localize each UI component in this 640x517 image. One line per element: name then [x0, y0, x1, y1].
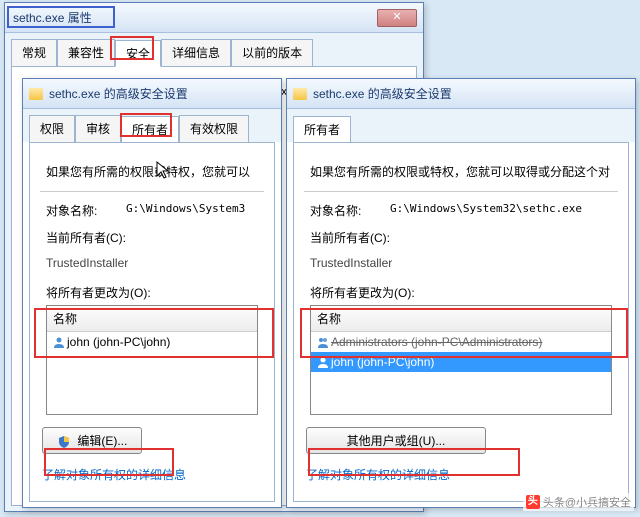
- owner-list[interactable]: 名称 Administrators (john-PC\Administrator…: [310, 305, 612, 415]
- list-header: 名称: [47, 306, 257, 332]
- window-title: sethc.exe 的高级安全设置: [47, 85, 275, 102]
- current-owner-label: 当前所有者(C):: [310, 229, 612, 246]
- list-item[interactable]: john (john-PC\john): [47, 332, 257, 352]
- toutiao-icon: 头: [526, 495, 540, 509]
- object-value: G:\Windows\System32\sethc.exe: [390, 202, 582, 219]
- other-users-button[interactable]: 其他用户或组(U)...: [306, 427, 486, 454]
- list-item[interactable]: john (john-PC\john): [311, 352, 611, 372]
- shield-icon: [57, 435, 71, 449]
- group-icon: [317, 336, 329, 348]
- watermark-text: 头条@小兵搞安全: [543, 494, 631, 510]
- owner-desc: 如果您有所需的权限或特权，您就可以取得或分配这个对: [310, 163, 612, 181]
- tab-security[interactable]: 安全: [115, 40, 161, 67]
- folder-icon: [293, 88, 307, 100]
- list-item-label: john (john-PC\john): [67, 335, 170, 349]
- advanced-security-window-right: sethc.exe 的高级安全设置 所有者 如果您有所需的权限或特权，您就可以取…: [286, 78, 636, 508]
- other-users-button-label: 其他用户或组(U)...: [347, 434, 446, 448]
- tab-details[interactable]: 详细信息: [161, 39, 231, 66]
- edit-button-label: 编辑(E)...: [77, 434, 127, 448]
- change-to-label: 将所有者更改为(O):: [46, 284, 258, 301]
- titlebar[interactable]: sethc.exe 属性 ✕: [5, 3, 423, 33]
- object-label: 对象名称:: [310, 202, 390, 219]
- window-title: sethc.exe 的高级安全设置: [311, 85, 629, 102]
- props-tabstrip: 常规 兼容性 安全 详细信息 以前的版本: [5, 33, 423, 66]
- list-header: 名称: [311, 306, 611, 332]
- folder-icon: [29, 88, 43, 100]
- list-item-label: Administrators (john-PC\Administrators): [331, 335, 542, 349]
- tab-owner[interactable]: 所有者: [121, 116, 179, 143]
- object-value: G:\Windows\System3: [126, 202, 245, 219]
- list-item[interactable]: Administrators (john-PC\Administrators): [311, 332, 611, 352]
- tab-effective[interactable]: 有效权限: [179, 115, 249, 142]
- titlebar[interactable]: sethc.exe 的高级安全设置: [23, 79, 281, 109]
- window-title: sethc.exe 属性: [11, 9, 377, 26]
- titlebar[interactable]: sethc.exe 的高级安全设置: [287, 79, 635, 109]
- current-owner-label: 当前所有者(C):: [46, 229, 258, 246]
- list-item-label: john (john-PC\john): [331, 355, 434, 369]
- edit-button[interactable]: 编辑(E)...: [42, 427, 142, 454]
- tab-audit[interactable]: 审核: [75, 115, 121, 142]
- change-to-label: 将所有者更改为(O):: [310, 284, 612, 301]
- learn-more-link[interactable]: 了解对象所有权的详细信息: [306, 466, 450, 483]
- tab-prev-versions[interactable]: 以前的版本: [231, 39, 313, 66]
- adv-tabstrip: 权限 审核 所有者 有效权限: [23, 109, 281, 142]
- user-icon: [317, 356, 329, 368]
- advanced-security-window-left: sethc.exe 的高级安全设置 权限 审核 所有者 有效权限 如果您有所需的…: [22, 78, 282, 508]
- tab-permissions[interactable]: 权限: [29, 115, 75, 142]
- close-icon[interactable]: ✕: [377, 9, 417, 27]
- tab-compat[interactable]: 兼容性: [57, 39, 115, 66]
- tab-owner[interactable]: 所有者: [293, 116, 351, 143]
- tab-general[interactable]: 常规: [11, 39, 57, 66]
- current-owner-value: TrustedInstaller: [46, 256, 258, 270]
- owner-list[interactable]: 名称 john (john-PC\john): [46, 305, 258, 415]
- user-icon: [53, 336, 65, 348]
- object-label: 对象名称:: [46, 202, 126, 219]
- owner-desc: 如果您有所需的权限或特权，您就可以: [46, 163, 258, 181]
- learn-more-link[interactable]: 了解对象所有权的详细信息: [42, 466, 186, 483]
- watermark: 头 头条@小兵搞安全: [523, 493, 634, 511]
- current-owner-value: TrustedInstaller: [310, 256, 612, 270]
- adv-tabstrip: 所有者: [287, 109, 635, 142]
